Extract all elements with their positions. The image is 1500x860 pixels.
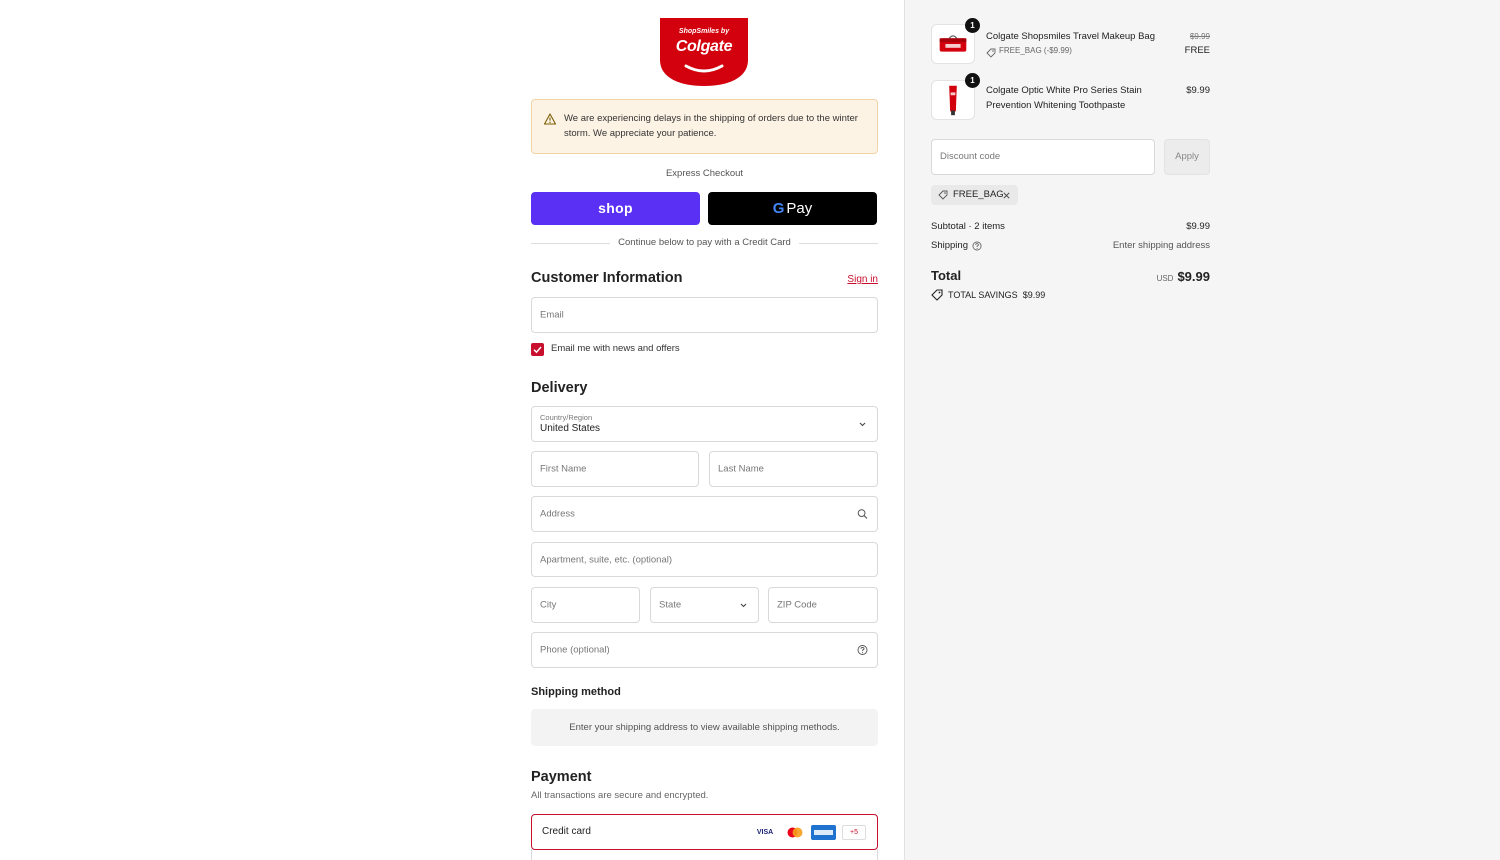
shipping-method-info: Enter your shipping address to view avai…	[531, 709, 878, 746]
tag-icon	[938, 190, 948, 200]
total-savings: TOTAL SAVINGS $9.99	[948, 290, 1045, 300]
item-price: $9.99	[1186, 85, 1210, 96]
discount-tag-icon	[986, 45, 996, 58]
zip-placeholder: ZIP Code	[777, 599, 817, 611]
discount-code-field[interactable]: Discount code	[931, 139, 1155, 175]
savings-label: TOTAL SAVINGS	[948, 290, 1018, 300]
express-checkout-title: Express Checkout	[665, 168, 744, 179]
sign-in-link[interactable]: Sign in	[820, 274, 878, 285]
apply-discount-button[interactable]: Apply	[1164, 139, 1210, 175]
last-name-placeholder: Last Name	[718, 463, 764, 475]
credit-card-option[interactable]: Credit card VISA +5	[531, 814, 878, 850]
colgate-logo[interactable]: ShopSmiles by Colgate	[658, 16, 750, 88]
apartment-placeholder: Apartment, suite, etc. (optional)	[540, 554, 673, 565]
card-form-container	[531, 849, 878, 860]
mastercard-icon	[783, 825, 807, 840]
credit-card-label: Credit card	[542, 826, 591, 837]
email-placeholder: Email	[540, 309, 564, 321]
savings-tag-icon	[931, 289, 943, 301]
state-select[interactable]: State	[650, 587, 759, 623]
help-icon[interactable]	[972, 241, 982, 251]
order-summary-panel	[904, 0, 1500, 860]
delivery-heading: Delivery	[531, 380, 588, 396]
warning-icon	[544, 113, 556, 125]
checkmark-icon	[533, 346, 542, 354]
total-currency: USD	[1156, 274, 1174, 283]
customer-info-heading: Customer Information	[531, 270, 683, 286]
newsletter-label: Email me with news and offers	[551, 343, 680, 354]
country-label: Country/Region	[540, 413, 593, 422]
newsletter-checkbox[interactable]	[531, 343, 544, 356]
phone-field[interactable]: Phone (optional)	[531, 632, 878, 668]
logo-wordmark: Colgate	[675, 38, 733, 55]
more-cards-badge: +5	[842, 825, 866, 840]
item-discount-code: FREE_BAG (-$9.99)	[999, 46, 1072, 55]
item-price: FREE	[1184, 45, 1210, 56]
shipping-method-heading: Shipping method	[531, 686, 621, 698]
close-icon[interactable]	[1002, 191, 1011, 200]
search-icon	[857, 509, 868, 519]
alert-message: We are experiencing delays in the shippi…	[564, 113, 858, 139]
country-select[interactable]: Country/Region United States	[531, 406, 878, 442]
item-quantity-badge: 1	[965, 18, 980, 33]
help-icon[interactable]	[857, 645, 868, 656]
google-g-icon: G	[772, 200, 785, 217]
city-field[interactable]: City	[531, 587, 640, 623]
chevron-down-icon	[859, 422, 866, 427]
shipping-label: Shipping	[931, 240, 968, 251]
discount-code-placeholder: Discount code	[940, 151, 1001, 162]
subtotal-label: Subtotal · 2 items	[931, 221, 1005, 232]
item-name-line: Colgate Optic White Pro Series Stain	[986, 85, 1142, 96]
payment-subtitle: All transactions are secure and encrypte…	[531, 790, 709, 801]
first-name-placeholder: First Name	[540, 463, 587, 475]
item-name: Colgate Optic White Pro Series Stain Pre…	[986, 83, 1166, 113]
shop-pay-button[interactable]: shop	[531, 192, 700, 225]
logo-tagline: ShopSmiles by	[678, 28, 730, 35]
item-name-line: Prevention Whitening Toothpaste	[986, 100, 1126, 111]
amex-icon	[811, 825, 836, 840]
item-original-price: $9.99	[1189, 32, 1210, 41]
applied-code-label: FREE_BAG	[953, 189, 1004, 200]
address-placeholder: Address	[540, 508, 575, 520]
email-field[interactable]: Email	[531, 297, 878, 333]
apartment-field[interactable]: Apartment, suite, etc. (optional)	[531, 542, 878, 577]
total-amount: USD $9.99	[1100, 268, 1210, 286]
chevron-down-icon	[740, 603, 747, 608]
zip-field[interactable]: ZIP Code	[768, 587, 878, 623]
item-name: Colgate Shopsmiles Travel Makeup Bag	[986, 31, 1155, 42]
total-value: $9.99	[1177, 269, 1210, 284]
shipping-delay-alert: We are experiencing delays in the shippi…	[531, 99, 878, 154]
country-value: United States	[540, 423, 601, 434]
savings-value: $9.99	[1022, 290, 1046, 300]
gpay-label: Pay	[786, 200, 813, 217]
address-field[interactable]: Address	[531, 496, 878, 532]
visa-icon: VISA	[751, 825, 779, 840]
item-quantity-badge: 1	[965, 73, 980, 88]
divider-text: Continue below to pay with a Credit Card	[610, 237, 799, 248]
payment-heading: Payment	[531, 769, 592, 785]
subtotal-value: $9.99	[1186, 221, 1210, 232]
city-placeholder: City	[540, 599, 557, 611]
total-label: Total	[931, 268, 962, 283]
phone-placeholder: Phone (optional)	[540, 644, 610, 656]
state-placeholder: State	[659, 599, 682, 611]
first-name-field[interactable]: First Name	[531, 451, 699, 487]
last-name-field[interactable]: Last Name	[709, 451, 878, 487]
applied-discount-chip: FREE_BAG	[931, 185, 1018, 205]
google-pay-button[interactable]: G Pay	[708, 192, 877, 225]
payment-divider: Continue below to pay with a Credit Card	[531, 236, 878, 250]
shipping-value: Enter shipping address	[1112, 240, 1210, 251]
